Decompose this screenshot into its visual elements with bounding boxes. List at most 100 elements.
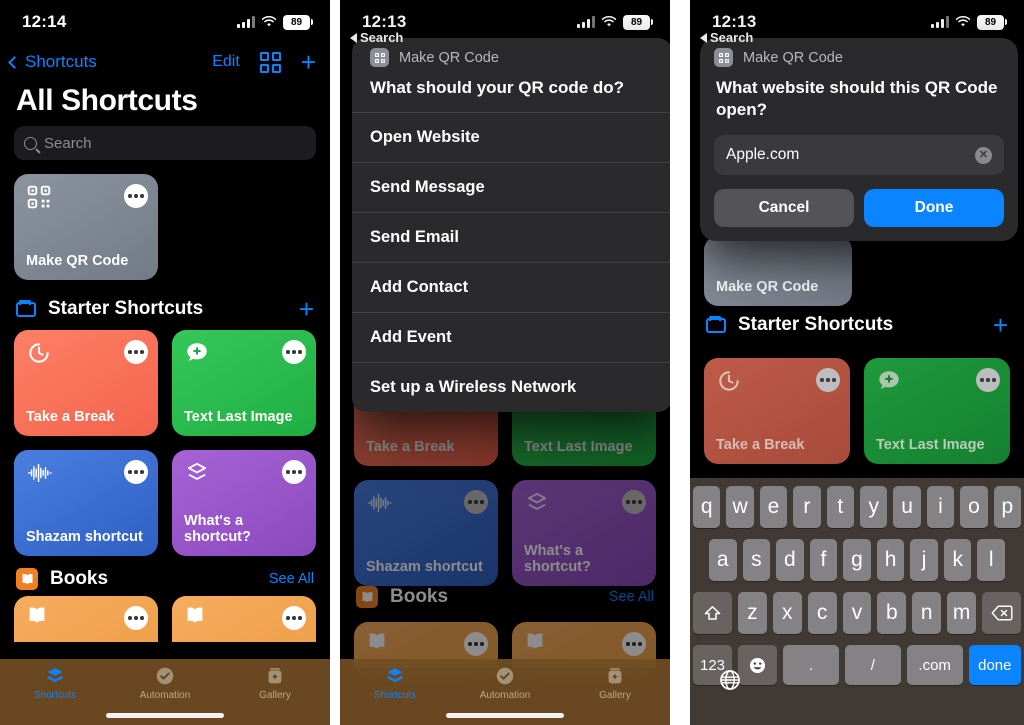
see-all-link[interactable]: See All	[269, 571, 314, 587]
grid-view-icon[interactable]	[259, 51, 281, 73]
tab-gallery[interactable]: Gallery	[235, 665, 315, 701]
action-sheet-option-set-up-wireless-network[interactable]: Set up a Wireless Network	[352, 362, 670, 412]
shortcut-more-button[interactable]	[282, 606, 306, 630]
add-to-folder-icon[interactable]: +	[993, 312, 1008, 338]
key-n[interactable]: n	[912, 592, 942, 634]
see-all-link[interactable]: See All	[609, 589, 654, 605]
action-sheet-option-open-website[interactable]: Open Website	[352, 112, 670, 162]
shortcut-more-button[interactable]	[282, 340, 306, 364]
action-sheet-option-add-contact[interactable]: Add Contact	[352, 262, 670, 312]
shortcut-tile-whats-a-shortcut[interactable]: What's a shortcut?	[512, 480, 656, 586]
shortcut-tile-text-last-image[interactable]: Text Last Image	[172, 330, 316, 436]
shortcut-more-button[interactable]	[464, 632, 488, 656]
shortcut-more-button[interactable]	[976, 368, 1000, 392]
key-v[interactable]: v	[842, 592, 872, 634]
tab-automation[interactable]: Automation	[465, 665, 545, 701]
key-m[interactable]: m	[947, 592, 977, 634]
key-a[interactable]: a	[708, 539, 737, 581]
key-d[interactable]: d	[776, 539, 804, 581]
shortcut-tile-shazam-shortcut[interactable]: Shazam shortcut	[354, 480, 498, 586]
key-z[interactable]: z	[738, 592, 767, 634]
key-f[interactable]: f	[809, 539, 838, 581]
shortcut-tile-books-2[interactable]	[172, 596, 316, 642]
shortcut-tile-take-a-break[interactable]: Take a Break	[704, 358, 850, 464]
period-key[interactable]: .	[783, 645, 839, 685]
section-header-starter-shortcuts: Starter Shortcuts +	[0, 280, 330, 330]
done-button[interactable]: Done	[864, 189, 1004, 228]
shortcut-more-button[interactable]	[282, 460, 306, 484]
shortcut-tile-make-qr-code[interactable]: Make QR Code	[14, 174, 158, 280]
dialog-app-name: Make QR Code	[743, 49, 843, 66]
key-t[interactable]: t	[826, 486, 854, 528]
tab-gallery[interactable]: Gallery	[575, 665, 655, 701]
shortcut-tile-take-a-break[interactable]: Take a Break	[14, 330, 158, 436]
shortcut-more-button[interactable]	[124, 606, 148, 630]
key-b[interactable]: b	[877, 592, 907, 634]
key-w[interactable]: w	[726, 486, 754, 528]
shortcut-more-button[interactable]	[124, 460, 148, 484]
key-k[interactable]: k	[943, 539, 972, 581]
key-p[interactable]: p	[993, 486, 1022, 528]
shortcut-tile-shazam-shortcut[interactable]: Shazam shortcut	[14, 450, 158, 556]
url-input-field[interactable]: Apple.com ✕	[714, 135, 1004, 176]
tab-automation[interactable]: Automation	[125, 665, 205, 701]
key-i[interactable]: i	[926, 486, 955, 528]
add-to-folder-icon[interactable]: +	[299, 296, 314, 322]
shortcut-more-button[interactable]	[464, 490, 488, 514]
shortcut-more-button[interactable]	[622, 632, 646, 656]
clear-field-icon[interactable]: ✕	[975, 146, 992, 164]
status-indicators: 89	[237, 14, 313, 30]
slash-key[interactable]: /	[844, 645, 901, 685]
key-y[interactable]: y	[860, 486, 888, 528]
status-time: 12:14	[22, 12, 67, 31]
section-title: Starter Shortcuts	[738, 314, 894, 335]
add-shortcut-icon[interactable]: +	[301, 49, 316, 75]
key-j[interactable]: j	[910, 539, 938, 581]
shortcut-more-button[interactable]	[816, 368, 840, 392]
tab-shortcuts[interactable]: Shortcuts	[355, 665, 435, 701]
shortcut-more-button[interactable]	[124, 340, 148, 364]
screenshot-stage: 12:14 89 Shortcuts Edit + All Shortcuts …	[0, 0, 1024, 725]
action-sheet-question: What should your QR code do?	[370, 78, 625, 97]
shortcut-tile-label: What's a shortcut?	[524, 542, 591, 576]
done-key[interactable]: done	[968, 645, 1021, 685]
tab-label: Gallery	[599, 690, 631, 701]
battery-indicator: 89	[283, 14, 313, 30]
key-g[interactable]: g	[843, 539, 871, 581]
tab-shortcuts[interactable]: Shortcuts	[15, 665, 95, 701]
shortcut-tile-books-1[interactable]	[14, 596, 158, 642]
key-r[interactable]: r	[793, 486, 821, 528]
back-to-search-crumb[interactable]: Search	[700, 30, 753, 45]
key-l[interactable]: l	[977, 539, 1006, 581]
back-button[interactable]: Shortcuts	[8, 52, 97, 72]
shortcut-more-button[interactable]	[622, 490, 646, 514]
tab-bar: Shortcuts Automation Gallery	[0, 659, 330, 725]
shortcut-more-button[interactable]	[124, 184, 148, 208]
globe-key-icon[interactable]	[718, 668, 742, 697]
key-x[interactable]: x	[772, 592, 802, 634]
search-input[interactable]: Search	[14, 126, 316, 160]
action-sheet-option-send-message[interactable]: Send Message	[352, 162, 670, 212]
gallery-tab-icon	[608, 668, 622, 684]
key-c[interactable]: c	[807, 592, 837, 634]
backspace-key-icon[interactable]	[982, 592, 1022, 634]
section-title: Books	[50, 568, 109, 589]
cancel-button[interactable]: Cancel	[714, 189, 854, 228]
dotcom-key[interactable]: .com	[906, 645, 963, 685]
key-u[interactable]: u	[893, 486, 921, 528]
key-q[interactable]: q	[692, 486, 721, 528]
shortcut-tile-text-last-image[interactable]: Text Last Image	[864, 358, 1010, 464]
emoji-key-icon[interactable]	[738, 645, 777, 685]
key-e[interactable]: e	[759, 486, 788, 528]
key-h[interactable]: h	[876, 539, 905, 581]
back-to-search-crumb[interactable]: Search	[350, 30, 403, 45]
shortcut-tile-make-qr-code[interactable]: Make QR Code	[704, 236, 852, 306]
shortcut-tile-whats-a-shortcut[interactable]: What's a shortcut?	[172, 450, 316, 556]
tab-label: Gallery	[259, 690, 291, 701]
shift-key-icon[interactable]	[693, 592, 732, 634]
key-o[interactable]: o	[960, 486, 988, 528]
key-s[interactable]: s	[742, 539, 771, 581]
edit-button[interactable]: Edit	[212, 53, 240, 71]
action-sheet-option-send-email[interactable]: Send Email	[352, 212, 670, 262]
action-sheet-option-add-event[interactable]: Add Event	[352, 312, 670, 362]
